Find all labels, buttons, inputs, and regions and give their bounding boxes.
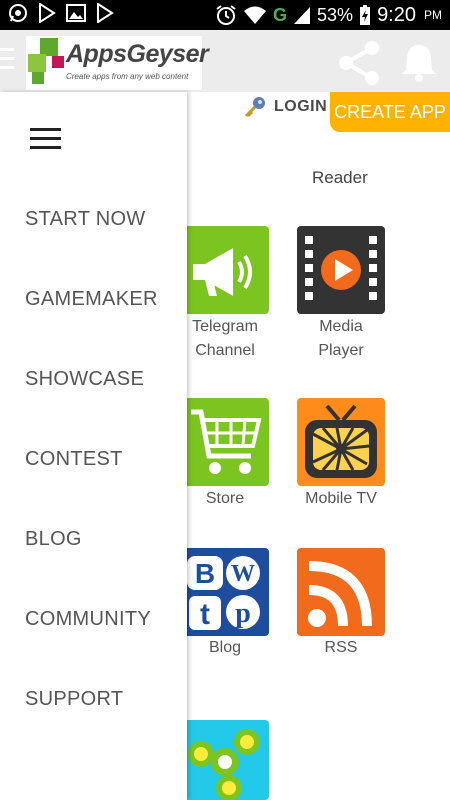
logo-text: AppsGeyser bbox=[66, 40, 209, 68]
login-link[interactable]: LOGIN bbox=[244, 96, 327, 118]
logo-mark-icon bbox=[28, 38, 64, 84]
shopping-cart-icon bbox=[191, 409, 262, 474]
share-icon[interactable] bbox=[336, 40, 382, 86]
tile-blog[interactable]: B W t p bbox=[181, 548, 269, 636]
tile-media-player[interactable] bbox=[297, 226, 385, 314]
svg-text:B: B bbox=[195, 558, 215, 589]
bell-icon[interactable] bbox=[400, 42, 438, 82]
drawer-item-gamemaker[interactable]: GAMEMAKER bbox=[25, 288, 158, 311]
drawer-item-community[interactable]: COMMUNITY bbox=[25, 608, 151, 631]
create-app-button[interactable]: CREATE APP bbox=[330, 92, 450, 132]
svg-text:p: p bbox=[235, 598, 251, 629]
tile-fidget-spinner[interactable] bbox=[181, 720, 269, 800]
system-icons: G 53% 9:20 PM bbox=[215, 3, 442, 27]
whatsapp-icon bbox=[9, 4, 27, 22]
battery-charging-icon bbox=[360, 5, 371, 25]
image-icon bbox=[66, 4, 86, 22]
tile-rss[interactable] bbox=[297, 548, 385, 636]
drawer-item-contest[interactable]: CONTEST bbox=[25, 448, 123, 471]
film-play-icon bbox=[301, 232, 381, 308]
tile-store[interactable] bbox=[181, 398, 269, 486]
tile-label-mobile-tv: Mobile TV bbox=[305, 490, 377, 507]
reader-label-partial: Reader bbox=[312, 168, 368, 187]
logo-tagline: Create apps from any web content bbox=[66, 72, 189, 81]
blog-social-icon: B W t p bbox=[187, 556, 260, 631]
rss-icon bbox=[308, 561, 372, 627]
appsgeyser-logo[interactable]: AppsGeyser Create apps from any web cont… bbox=[26, 36, 209, 90]
network-type: G bbox=[273, 4, 288, 25]
svg-text:t: t bbox=[200, 598, 210, 631]
drawer-item-support[interactable]: SUPPORT bbox=[25, 688, 123, 711]
fidget-spinner-icon bbox=[188, 729, 260, 800]
play-store-icon-2 bbox=[97, 3, 114, 23]
wifi-icon bbox=[244, 6, 267, 24]
clock-ampm: PM bbox=[424, 8, 442, 22]
notification-icons bbox=[8, 3, 114, 23]
drawer-item-showcase[interactable]: SHOWCASE bbox=[25, 368, 144, 391]
svg-text:W: W bbox=[231, 561, 255, 587]
battery-percent: 53% bbox=[317, 4, 354, 25]
alarm-icon bbox=[216, 5, 236, 25]
tile-label-rss: RSS bbox=[324, 639, 358, 656]
key-icon bbox=[244, 97, 265, 118]
tile-mobile-tv[interactable] bbox=[297, 398, 385, 486]
app-screen: G 53% 9:20 PM AppsGeyser Create apps from… bbox=[0, 0, 450, 800]
login-label: LOGIN bbox=[274, 98, 328, 115]
tile-label-media-player: Media Player bbox=[318, 318, 364, 359]
signal-icon bbox=[294, 7, 311, 24]
app-menu-icon[interactable] bbox=[0, 48, 14, 75]
navigation-drawer: START NOW GAMEMAKER SHOWCASE CONTEST BLO… bbox=[0, 92, 187, 800]
status-bar: G 53% 9:20 PM bbox=[0, 0, 450, 30]
clock-time: 9:20 bbox=[377, 3, 416, 26]
tv-icon bbox=[305, 404, 377, 478]
hamburger-menu-icon[interactable] bbox=[30, 128, 61, 155]
tile-telegram-channel[interactable] bbox=[181, 226, 269, 314]
drawer-item-start-now[interactable]: START NOW bbox=[25, 208, 145, 231]
drawer-item-blog[interactable]: BLOG bbox=[25, 528, 82, 551]
megaphone-icon bbox=[193, 248, 252, 296]
play-store-icon bbox=[39, 3, 56, 23]
